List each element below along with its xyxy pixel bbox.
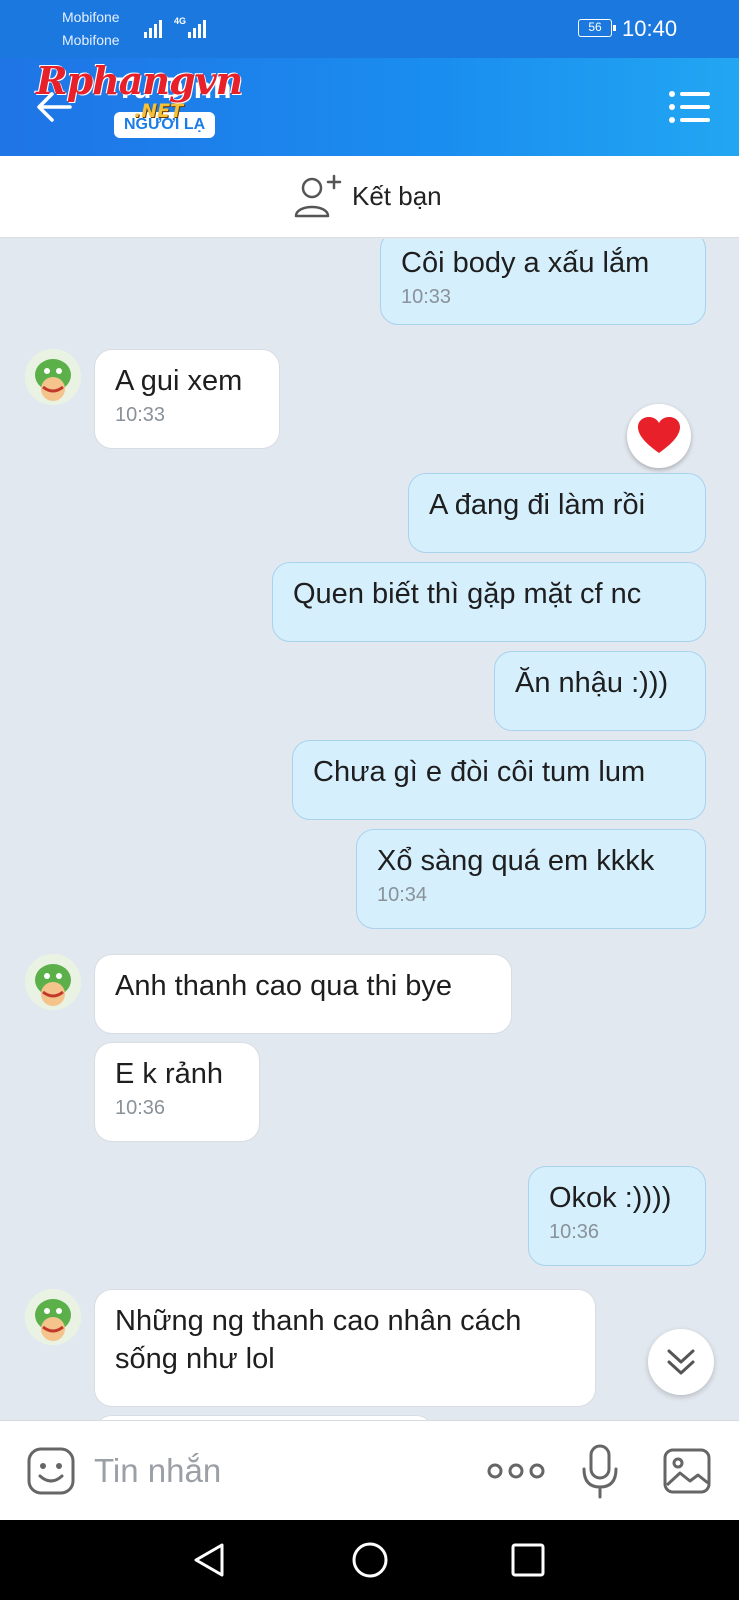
- message-text: Chưa gì e đòi côi tum lum: [313, 756, 646, 788]
- message-list[interactable]: Côi body a xấu lắm 10:33 A gui xem 10:33…: [0, 239, 739, 1420]
- message-text: A đang đi làm rồi: [429, 489, 646, 521]
- message-text: Xổ sàng quá em kkkk: [377, 845, 655, 877]
- message-time: 10:33: [401, 286, 452, 308]
- message-text: Ăn nhậu :))): [515, 667, 669, 699]
- square-recents-icon: [511, 1543, 545, 1577]
- emoji-icon: [27, 1447, 75, 1495]
- send-image-button[interactable]: [662, 1447, 712, 1495]
- image-icon: [663, 1448, 711, 1494]
- menu-button[interactable]: [668, 90, 710, 124]
- status-time: 10:40: [622, 16, 678, 41]
- signal-strength-icon-2: [188, 16, 206, 38]
- nav-recents-button[interactable]: [508, 1540, 548, 1580]
- watermark-logo-suffix: .NET: [134, 100, 184, 122]
- message-bubble-outgoing[interactable]: Okok :)))) 10:36: [528, 1166, 706, 1266]
- dinosaur-avatar-icon: [25, 954, 81, 1010]
- nav-home-button[interactable]: [350, 1540, 390, 1580]
- message-text: E k rảnh: [115, 1058, 223, 1090]
- add-friend-label: Kết bạn: [352, 180, 442, 211]
- message-text: A gui xem: [115, 365, 243, 397]
- circle-home-icon: [352, 1542, 388, 1578]
- status-bar: Mobifone Mobifone 4G 56 10:40: [0, 0, 739, 58]
- message-bubble-incoming[interactable]: Những ng thanh cao nhân cách sống như lo…: [94, 1289, 596, 1407]
- heart-icon: [638, 417, 680, 453]
- system-navigation-bar: [0, 1520, 739, 1600]
- watermark-logo: Rphangvn: [36, 58, 243, 103]
- message-bubble-outgoing[interactable]: Côi body a xấu lắm 10:33: [380, 239, 706, 325]
- message-text: Anh thanh cao qua thi bye: [115, 970, 452, 1002]
- message-bubble-outgoing[interactable]: Chưa gì e đòi côi tum lum: [292, 740, 706, 820]
- message-bubble-incoming[interactable]: Anh thanh cao qua thi bye: [94, 954, 512, 1034]
- menu-icon: [669, 91, 710, 123]
- more-options-button[interactable]: [486, 1453, 546, 1489]
- message-text-line-1: Những ng thanh cao nhân cách: [115, 1305, 522, 1337]
- message-bubble-incoming[interactable]: A gui xem 10:33: [94, 349, 280, 449]
- message-bubble-outgoing[interactable]: Quen biết thì gặp mặt cf nc: [272, 562, 706, 642]
- message-time: 10:34: [377, 884, 428, 906]
- add-friend-button[interactable]: Kết bạn: [294, 174, 442, 218]
- avatar[interactable]: [25, 349, 81, 405]
- add-user-icon: [294, 174, 342, 218]
- avatar[interactable]: [25, 954, 81, 1010]
- message-text: Côi body a xấu lắm: [401, 247, 650, 279]
- message-text: Quen biết thì gặp mặt cf nc: [293, 578, 642, 610]
- scroll-to-bottom-button[interactable]: [648, 1329, 714, 1395]
- avatar[interactable]: [25, 1289, 81, 1345]
- triangle-back-icon: [194, 1543, 224, 1577]
- battery-icon: 56: [578, 19, 616, 37]
- message-bubble-incoming[interactable]: E k rảnh 10:36: [94, 1042, 260, 1142]
- message-text-line-2: sống như lol: [115, 1343, 275, 1375]
- carrier-label-2: Mobifone: [62, 32, 120, 48]
- signal-strength-icon: [144, 16, 162, 38]
- reaction-badge[interactable]: [627, 404, 691, 468]
- microphone-icon: [582, 1444, 618, 1499]
- dinosaur-avatar-icon: [25, 1289, 81, 1345]
- message-bubble-outgoing[interactable]: Xổ sàng quá em kkkk 10:34: [356, 829, 706, 929]
- message-input[interactable]: [94, 1445, 464, 1497]
- add-friend-bar: Kết bạn: [0, 156, 739, 238]
- nav-back-button[interactable]: [190, 1540, 230, 1580]
- message-bubble-outgoing[interactable]: Ăn nhậu :))): [494, 651, 706, 731]
- chat-header: Tu Dinh NGƯỜI LẠ Rphangvn .NET: [0, 58, 739, 156]
- message-bubble-outgoing[interactable]: A đang đi làm rồi: [408, 473, 706, 553]
- message-time: 10:36: [549, 1221, 600, 1243]
- dinosaur-avatar-icon: [25, 349, 81, 405]
- more-dots-icon: [487, 1463, 545, 1479]
- sticker-button[interactable]: [26, 1446, 76, 1496]
- message-text: Okok :)))): [549, 1182, 672, 1214]
- message-time: 10:33: [115, 404, 166, 426]
- network-type-label: 4G: [174, 16, 187, 26]
- message-time: 10:36: [115, 1097, 166, 1119]
- voice-record-button[interactable]: [580, 1443, 620, 1499]
- double-chevron-down-icon: [667, 1349, 695, 1375]
- carrier-label-1: Mobifone: [62, 9, 120, 25]
- composer-bar: [0, 1420, 739, 1520]
